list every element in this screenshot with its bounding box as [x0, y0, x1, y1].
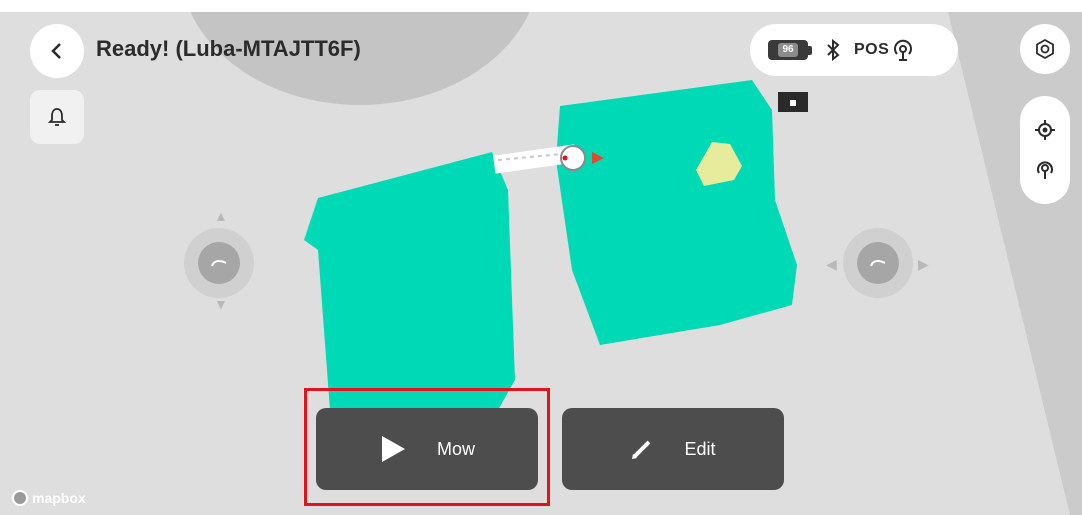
device-status-pill[interactable]: 96 POS: [750, 24, 958, 76]
mower-icon: [870, 260, 886, 267]
mapbox-logo-icon: [12, 490, 28, 506]
joystick-up-arrow-icon: ▲: [214, 208, 228, 224]
mowing-zone-right[interactable]: [556, 80, 797, 345]
notifications-button[interactable]: [30, 90, 84, 144]
crosshair-icon[interactable]: [1034, 119, 1056, 141]
joystick-right-arrow-icon: ▶: [918, 256, 929, 272]
rtk-position-status: POS: [854, 38, 915, 62]
position-label: POS: [854, 41, 890, 58]
rtk-station-icon[interactable]: [1034, 159, 1056, 181]
page-title: Ready! (Luba-MTAJTT6F): [96, 36, 361, 61]
hexagon-settings-icon: [1036, 38, 1054, 60]
right-shade-area: [948, 12, 1082, 515]
right-joystick-knob[interactable]: [857, 242, 899, 284]
edit-button[interactable]: Edit: [562, 408, 784, 490]
edit-button-label: Edit: [684, 438, 716, 459]
map-controls-pill: [1020, 96, 1070, 204]
mow-highlight-box: [304, 388, 550, 506]
mapbox-label: mapbox: [32, 490, 86, 506]
bluetooth-icon: [827, 39, 840, 61]
top-strip: [0, 0, 1082, 12]
left-joystick[interactable]: [184, 228, 254, 298]
back-button[interactable]: [30, 24, 84, 78]
mapbox-attribution[interactable]: mapbox: [12, 490, 86, 506]
mower-icon: [211, 260, 227, 267]
pencil-icon: [632, 440, 651, 459]
joystick-left-arrow-icon: ◀: [826, 256, 837, 272]
charging-station-marker: [778, 92, 808, 112]
left-joystick-knob[interactable]: [198, 242, 240, 284]
rtk-signal-icon: [894, 39, 913, 61]
right-joystick[interactable]: [843, 228, 913, 298]
bell-icon: [47, 108, 67, 126]
settings-button[interactable]: [1020, 24, 1070, 74]
mowing-zone-left[interactable]: [304, 152, 515, 410]
joystick-down-arrow-icon: ▼: [214, 296, 228, 312]
battery-icon: 96: [768, 40, 812, 60]
chevron-left-icon: [51, 43, 61, 59]
battery-level: 96: [778, 43, 798, 57]
